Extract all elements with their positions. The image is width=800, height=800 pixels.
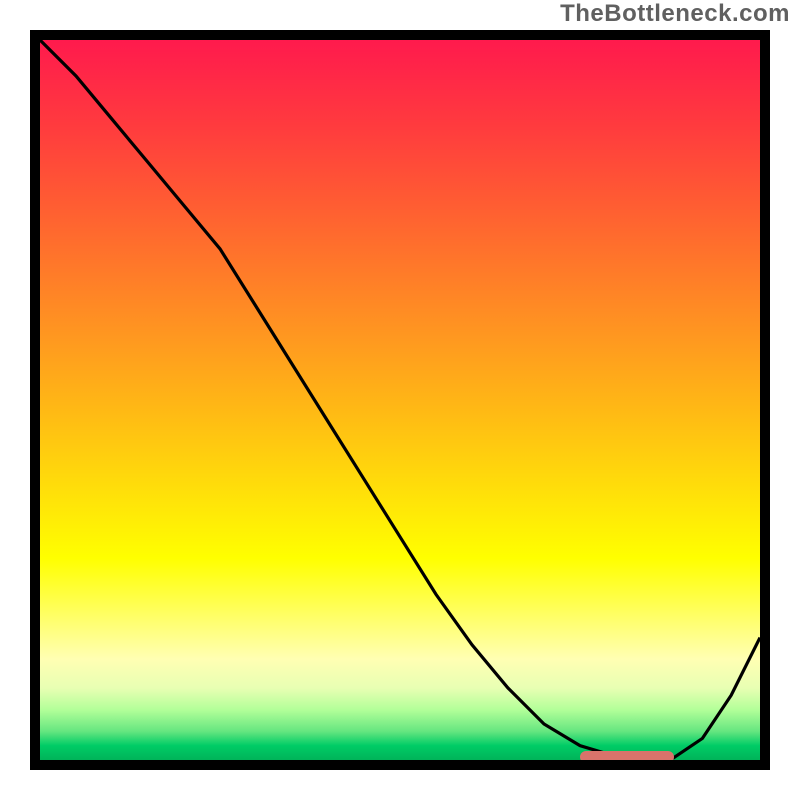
plot-frame xyxy=(30,30,770,770)
attribution-label: TheBottleneck.com xyxy=(560,0,790,28)
optimal-range-marker xyxy=(580,751,674,760)
plot-area xyxy=(40,40,760,760)
bottleneck-curve xyxy=(40,40,760,760)
curve-path xyxy=(40,40,760,758)
chart-container: TheBottleneck.com xyxy=(0,0,800,800)
